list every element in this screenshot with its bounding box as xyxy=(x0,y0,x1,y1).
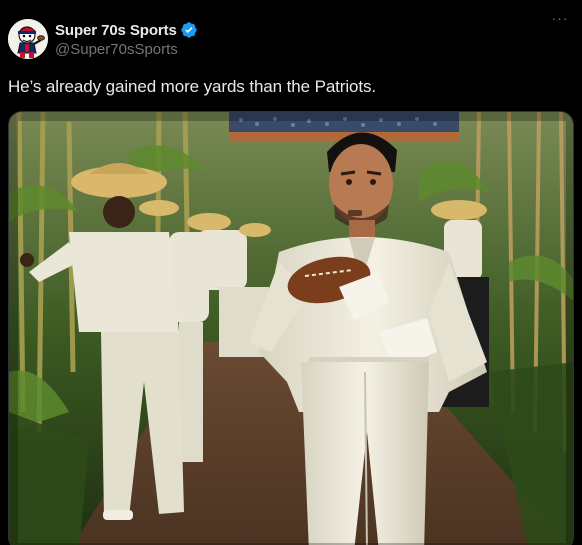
author-handle[interactable]: @Super70sSports xyxy=(55,41,198,59)
tweet-post: Super 70s Sports @Super70sSports ··· He’… xyxy=(0,0,582,545)
author-names: Super 70s Sports @Super70sSports xyxy=(55,19,198,59)
tweet-text: He’s already gained more yards than the … xyxy=(8,77,377,96)
name-row: Super 70s Sports xyxy=(55,19,198,41)
tweet-media-photo[interactable] xyxy=(8,111,574,545)
more-options-icon[interactable]: ··· xyxy=(548,8,572,28)
photo-scene xyxy=(9,112,573,545)
verified-badge-icon[interactable] xyxy=(180,21,198,39)
tweet-header: Super 70s Sports @Super70sSports xyxy=(8,14,574,64)
author-display-name[interactable]: Super 70s Sports xyxy=(55,22,177,39)
mascot-avatar-icon[interactable] xyxy=(8,19,48,59)
